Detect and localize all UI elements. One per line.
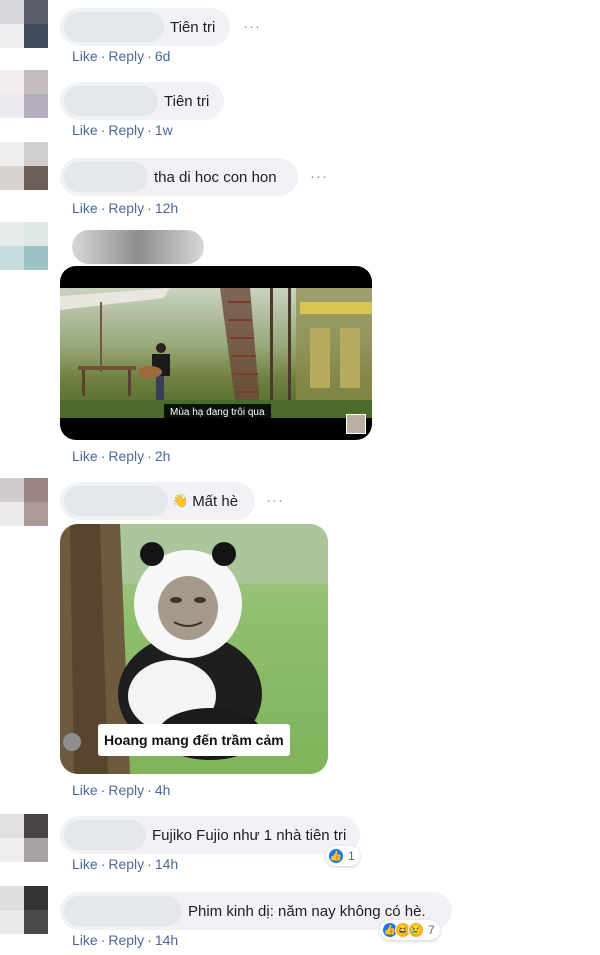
comment-bubble: Tiên tri (60, 8, 230, 46)
more-options-button[interactable]: ··· (266, 492, 284, 509)
reply-button[interactable]: Reply (108, 48, 144, 64)
comment-timestamp[interactable]: 4h (155, 782, 171, 798)
commenter-name[interactable] (64, 486, 168, 516)
comment-timestamp[interactable]: 14h (155, 932, 178, 948)
comment-text: Tiên tri (164, 92, 210, 110)
comment-actions: Like · Reply · 1w (72, 122, 173, 138)
comment-actions: Like · Reply · 14h (72, 856, 179, 872)
video-frame (60, 288, 372, 418)
comment-bubble: tha di hoc con hon (60, 158, 298, 196)
like-button[interactable]: Like (72, 122, 98, 138)
comment-timestamp[interactable]: 6d (155, 48, 171, 64)
image-attachment[interactable]: Hoang mang đến trầm cảm (60, 524, 328, 774)
image-caption: Hoang mang đến trầm cảm (98, 724, 290, 756)
reaction-count: 7 (428, 923, 435, 937)
comment-actions: Like · Reply · 14h (72, 932, 179, 948)
comment-item: Fujiko Fujio như 1 nhà tiên tri 👍 1 Like… (0, 814, 600, 884)
like-button[interactable]: Like (72, 448, 98, 464)
like-button[interactable]: Like (72, 48, 98, 64)
comment-bubble: Fujiko Fujio như 1 nhà tiên tri (60, 816, 360, 854)
reaction-summary[interactable]: 👍 1 (326, 846, 360, 866)
like-reaction-icon: 👍 (328, 848, 344, 864)
comment-timestamp[interactable]: 1w (155, 122, 173, 138)
comment-text: Mất hè (192, 492, 239, 510)
waving-hand-icon: 👋 (172, 493, 189, 508)
avatar[interactable] (0, 70, 48, 118)
comment-actions: Like · Reply · 4h (72, 782, 171, 798)
video-scene-image (60, 288, 372, 418)
video-attachment[interactable]: Mùa hạ đang trôi qua (60, 266, 372, 440)
commenter-name[interactable] (64, 162, 148, 192)
reply-button[interactable]: Reply (108, 200, 144, 216)
comment-actions: Like · Reply · 2h (72, 448, 171, 464)
video-caption: Mùa hạ đang trôi qua (164, 404, 271, 421)
commenter-name[interactable] (64, 86, 158, 116)
comment-item: Tiên tri Like · Reply · 1w (0, 70, 600, 142)
comment-timestamp[interactable]: 2h (155, 448, 171, 464)
more-options-button[interactable]: ··· (243, 18, 261, 35)
avatar[interactable] (0, 0, 48, 48)
like-button[interactable]: Like (72, 856, 98, 872)
commenter-name[interactable] (64, 12, 164, 42)
like-button[interactable]: Like (72, 932, 98, 948)
comment-text: tha di hoc con hon (154, 168, 277, 186)
reaction-count: 1 (348, 849, 355, 863)
reply-button[interactable]: Reply (108, 856, 144, 872)
commenter-name[interactable] (72, 230, 204, 264)
comment-item: Tiên tri ··· Like · Reply · 6d (0, 0, 600, 70)
more-options-button[interactable]: ··· (310, 168, 328, 185)
reply-button[interactable]: Reply (108, 932, 144, 948)
sad-reaction-icon: 😢 (408, 922, 424, 938)
like-button[interactable]: Like (72, 200, 98, 216)
comment-bubble: 👋 Mất hè (60, 482, 255, 520)
avatar[interactable] (0, 222, 48, 270)
commenter-name[interactable] (64, 820, 146, 850)
reply-button[interactable]: Reply (108, 782, 144, 798)
comment-actions: Like · Reply · 6d (72, 48, 171, 64)
channel-logo-icon (346, 414, 366, 434)
reply-button[interactable]: Reply (108, 122, 144, 138)
comment-text: Tiên tri (170, 18, 216, 36)
comment-text: Phim kinh dị: năm nay không có hè. (188, 902, 426, 920)
reaction-summary[interactable]: 👍 😆 😢 7 (380, 920, 440, 940)
avatar[interactable] (0, 142, 48, 190)
comment-item: tha di hoc con hon ··· Like · Reply · 12h (0, 142, 600, 222)
comment-timestamp[interactable]: 14h (155, 856, 178, 872)
avatar[interactable] (0, 478, 48, 526)
commenter-name[interactable] (64, 896, 182, 926)
comment-actions: Like · Reply · 12h (72, 200, 179, 216)
comment-timestamp[interactable]: 12h (155, 200, 178, 216)
like-button[interactable]: Like (72, 782, 98, 798)
avatar[interactable] (0, 886, 48, 934)
reply-button[interactable]: Reply (108, 448, 144, 464)
comment-bubble: Tiên tri (60, 82, 224, 120)
comment-text: Fujiko Fujio như 1 nhà tiên tri (152, 826, 347, 844)
comment-item: Phim kinh dị: năm nay không có hè. 👍 😆 😢… (0, 886, 600, 955)
avatar[interactable] (0, 814, 48, 862)
